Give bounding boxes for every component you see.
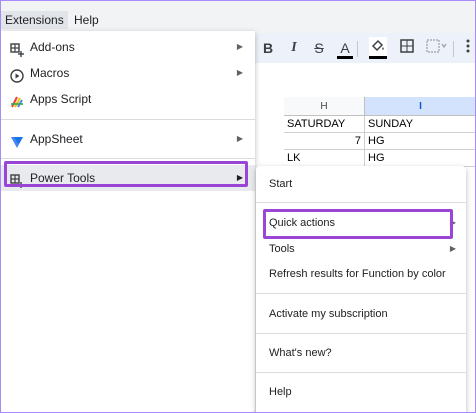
- text-color-button[interactable]: A: [337, 37, 353, 59]
- submenu-arrow-icon: ▶: [236, 68, 243, 77]
- submenu-item-activate[interactable]: Activate my subscription: [256, 302, 466, 326]
- menu-item-appsheet[interactable]: AppSheet ▶: [1, 126, 255, 152]
- menu-divider: [256, 372, 466, 373]
- strikethrough-button[interactable]: S: [311, 37, 327, 59]
- menu-item-label: AppSheet: [30, 132, 83, 146]
- menu-divider: [256, 293, 466, 294]
- addons-icon: [10, 40, 24, 57]
- menu-extensions[interactable]: Extensions: [1, 11, 68, 29]
- submenu-item-whats-new[interactable]: What's new?: [256, 341, 466, 365]
- menu-item-label: Add-ons: [30, 40, 75, 54]
- cell[interactable]: HG: [365, 150, 475, 167]
- menu-item-label: Macros: [30, 66, 70, 80]
- menu-item-label: Help: [269, 386, 292, 398]
- menu-item-label: Tools: [269, 243, 295, 255]
- appsheet-icon: [10, 132, 24, 148]
- menu-item-apps-script[interactable]: Apps Script: [1, 86, 255, 112]
- play-circle-icon: [10, 66, 24, 83]
- power-tools-highlight: [4, 161, 248, 187]
- menu-item-label: What's new?: [269, 347, 332, 359]
- menu-item-label: Apps Script: [30, 92, 92, 106]
- menu-divider: [1, 119, 255, 120]
- menu-item-macros[interactable]: Macros ▶: [1, 60, 255, 86]
- bold-button[interactable]: B: [261, 37, 275, 59]
- submenu-item-tools[interactable]: Tools ▶: [256, 237, 466, 261]
- borders-icon[interactable]: [399, 37, 415, 59]
- submenu-arrow-icon: ▶: [236, 42, 243, 51]
- more-options-icon[interactable]: [463, 37, 473, 59]
- column-header-i[interactable]: I: [365, 97, 475, 116]
- cell[interactable]: HG: [365, 133, 475, 150]
- submenu-item-help[interactable]: Help: [256, 380, 466, 404]
- submenu-item-refresh[interactable]: Refresh results for Function by color: [256, 262, 466, 286]
- apps-script-icon: [10, 92, 24, 108]
- menu-help[interactable]: Help: [74, 11, 99, 29]
- fill-color-icon[interactable]: [369, 37, 387, 59]
- toolbar-divider: [453, 41, 454, 57]
- cell[interactable]: SATURDAY: [284, 116, 365, 133]
- menu-divider: [1, 158, 255, 159]
- menu-item-label: Start: [269, 178, 293, 190]
- cell[interactable]: 7: [284, 133, 365, 150]
- menu-item-label: Refresh results for Function by color: [269, 268, 446, 280]
- power-tools-submenu: Start Quick actions ▶ Tools ▶ Refresh re…: [256, 166, 466, 412]
- menu-divider: [256, 202, 466, 203]
- menu-item-label: Activate my subscription: [269, 308, 388, 320]
- app-window: Extensions Help B I S A H I SATURDAY SUN…: [0, 0, 476, 413]
- merge-cells-icon[interactable]: [425, 37, 449, 59]
- submenu-arrow-icon: ▶: [236, 134, 243, 143]
- toolbar-divider: [357, 41, 358, 57]
- cell[interactable]: SUNDAY: [365, 116, 475, 133]
- submenu-arrow-icon: ▶: [449, 244, 456, 253]
- quick-actions-highlight: [263, 209, 453, 239]
- submenu-item-start[interactable]: Start: [256, 172, 466, 196]
- column-header-h[interactable]: H: [284, 97, 365, 116]
- menu-bar: [1, 1, 475, 33]
- cell[interactable]: LK: [284, 150, 365, 167]
- menu-divider: [256, 333, 466, 334]
- italic-button[interactable]: I: [287, 37, 301, 59]
- menu-item-addons[interactable]: Add-ons ▶: [1, 34, 255, 60]
- extensions-menu: Add-ons ▶ Macros ▶ Apps Script AppSheet …: [1, 31, 255, 412]
